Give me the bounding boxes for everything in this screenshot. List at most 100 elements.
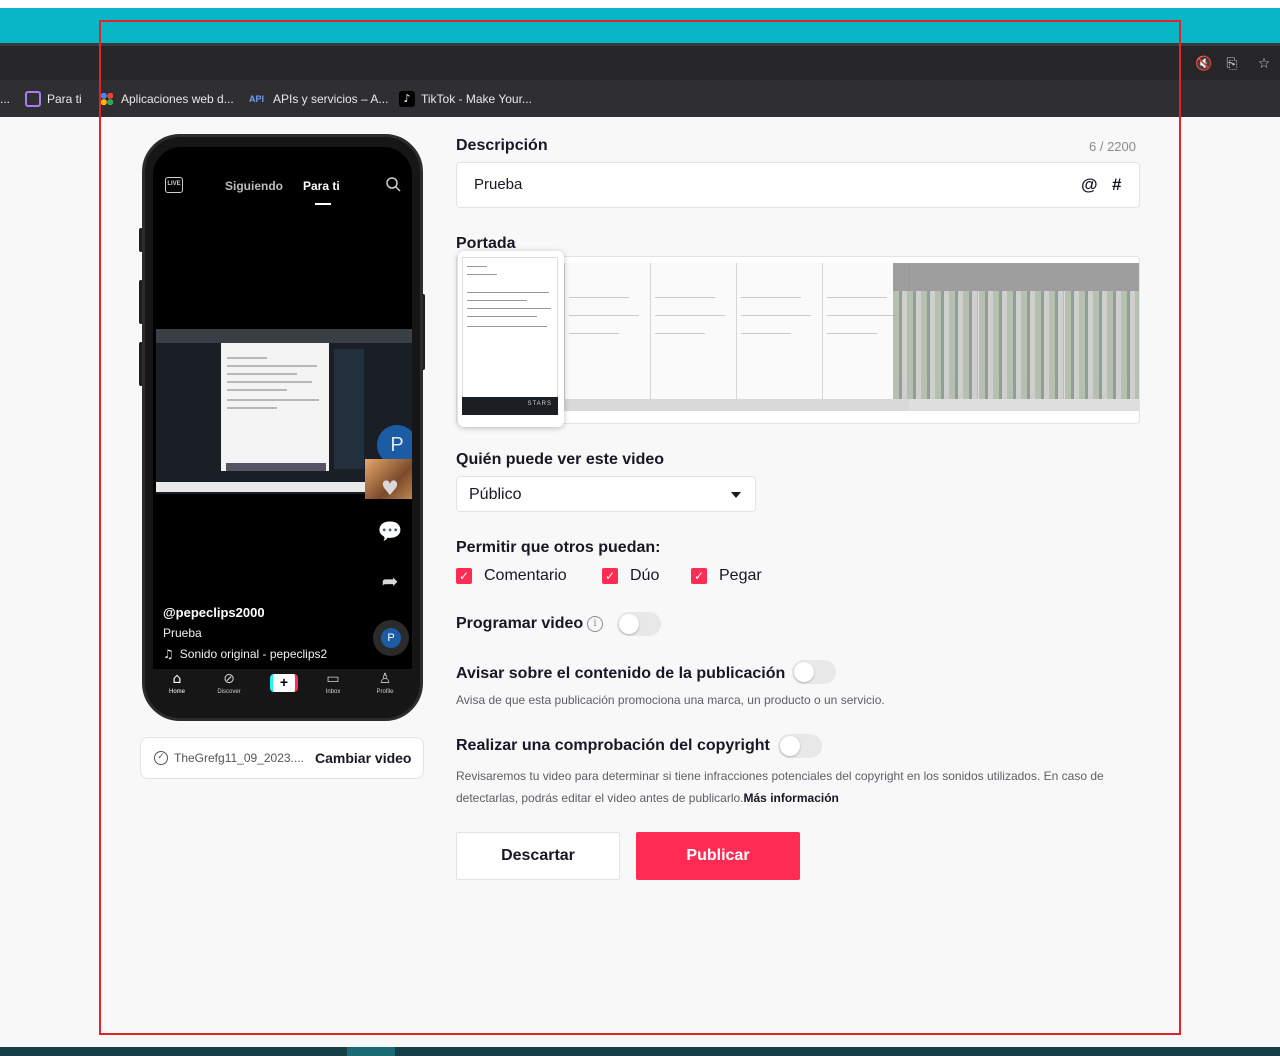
checkmark-icon: ✓ (456, 568, 472, 584)
video-sound: ♫ Sonido original - pepeclips2 (163, 647, 327, 661)
message-bubble-icon (25, 91, 41, 107)
copyright-help-text: detectarlas, podrás editar el video ante… (456, 791, 744, 805)
translate-icon[interactable]: ⎘ (1224, 56, 1240, 72)
copyright-help-line2: detectarlas, podrás editar el video ante… (456, 787, 839, 809)
bookmark-overflow[interactable]: ... (0, 90, 10, 108)
uploaded-file-card: ✓ TheGrefg11_09_2023.... Cambiar video (140, 737, 424, 779)
bookmark-label: TikTok - Make Your... (421, 92, 532, 106)
check-circle-icon: ✓ (154, 751, 168, 765)
copyright-help-line1: Revisaremos tu video para determinar si … (456, 769, 1104, 783)
music-disc-letter: P (381, 628, 401, 648)
change-video-button[interactable]: Cambiar video (315, 750, 411, 766)
video-item-strip (226, 463, 326, 471)
tab-following: Siguiendo (225, 179, 283, 193)
api-icon: API (249, 94, 265, 104)
disclose-label: Avisar sobre el contenido de la publicac… (456, 665, 786, 682)
cover-frame[interactable] (737, 263, 823, 411)
bookmarks-bar: ... Para ti Aplicaciones web d... API AP… (0, 80, 1280, 117)
video-username: @pepeclips2000 (163, 605, 265, 620)
bookmark-star-icon[interactable]: ☆ (1256, 56, 1272, 72)
video-window-bar (156, 329, 412, 343)
cover-frame[interactable] (1065, 263, 1139, 411)
share-icon: ➦ (381, 569, 399, 593)
description-input[interactable]: Prueba @ # (456, 162, 1140, 208)
muted-tab-icon[interactable]: 🔇 (1195, 56, 1212, 72)
disclose-help: Avisa de que esta publicación promociona… (456, 693, 885, 707)
description-label: Descripción (456, 137, 548, 154)
phone-screen: LIVE Siguiendo Para ti P ♥ 💬 ➦ P @pepecl… (153, 147, 412, 669)
video-document (221, 343, 329, 471)
heart-icon: ♥ (381, 476, 399, 500)
bookmark-tiktok[interactable]: ♪ TikTok - Make Your... (399, 90, 532, 108)
disclose-toggle[interactable] (792, 660, 836, 684)
toggle-knob (794, 662, 814, 682)
checkbox-comment-label: Comentario (484, 567, 567, 584)
hashtag-button[interactable]: # (1112, 175, 1121, 195)
music-note-icon: ♫ (163, 647, 174, 661)
tab-profile-label: Profile (376, 689, 394, 695)
checkbox-duet[interactable]: ✓ Dúo (602, 567, 659, 585)
file-name: TheGrefg11_09_2023.... (174, 751, 304, 765)
phone-top-nav: LIVE Siguiendo Para ti (153, 173, 412, 205)
toggle-knob (780, 736, 800, 756)
browser-toolbar: 🔇 ⎘ ☆ (0, 43, 1280, 80)
checkbox-comment[interactable]: ✓ Comentario (456, 567, 567, 585)
visibility-value: Público (469, 486, 522, 503)
bookmark-aplicaciones[interactable]: Aplicaciones web d... (99, 90, 234, 108)
caret-down-icon (731, 492, 741, 498)
visibility-select[interactable]: Público (456, 476, 756, 512)
tab-inbox: ▭ Inbox (313, 671, 353, 695)
active-tab-underline (315, 203, 331, 205)
tab-discover-label: Discover (217, 689, 241, 695)
live-icon: LIVE (165, 177, 183, 193)
phone-tab-bar: ⌂ Home ⊘ Discover + ▭ Inbox ♙ Profile (153, 669, 412, 703)
video-caption: Prueba (163, 626, 202, 640)
live-label: LIVE (167, 181, 181, 187)
create-plus-button: + (270, 674, 298, 692)
avatar-letter: P (390, 434, 404, 456)
selected-cover-frame[interactable]: STARS (458, 251, 564, 427)
search-icon (386, 177, 401, 192)
discard-button[interactable]: Descartar (456, 832, 620, 880)
publish-button[interactable]: Publicar (636, 832, 800, 880)
info-icon[interactable]: i (587, 616, 603, 632)
bookmark-label: Para ti (47, 92, 82, 106)
tiktok-icon: ♪ (399, 91, 415, 107)
video-game-panel (334, 349, 364, 469)
selected-cover-footer: STARS (462, 397, 558, 415)
tab-home-label: Home (168, 689, 185, 695)
bookmark-para-ti[interactable]: Para ti (25, 90, 82, 108)
copyright-label: Realizar una comprobación del copyright (456, 737, 770, 754)
inbox-icon: ▭ (326, 671, 340, 687)
tab-discover: ⊘ Discover (209, 671, 249, 695)
title-band-fill (0, 8, 1280, 43)
description-counter: 6 / 2200 (1089, 139, 1136, 154)
schedule-toggle[interactable] (617, 612, 661, 636)
checkmark-icon: ✓ (691, 568, 707, 584)
checkbox-stitch[interactable]: ✓ Pegar (691, 567, 762, 585)
music-disc: P (373, 620, 409, 656)
copyright-toggle[interactable] (778, 734, 822, 758)
more-info-link[interactable]: Más información (744, 791, 839, 805)
cover-frame[interactable] (651, 263, 737, 411)
cover-frame[interactable] (979, 263, 1065, 411)
video-sound-label: Sonido original - pepeclips2 (179, 647, 328, 661)
bookmark-label: Aplicaciones web d... (121, 92, 234, 106)
mention-button[interactable]: @ (1081, 175, 1098, 195)
description-value: Prueba (474, 176, 523, 193)
checkmark-icon: ✓ (602, 568, 618, 584)
home-icon: ⌂ (172, 671, 182, 687)
phone-preview: LIVE Siguiendo Para ti P ♥ 💬 ➦ P @pepecl… (142, 134, 423, 721)
visibility-label: Quién puede ver este video (456, 451, 665, 468)
checkbox-duet-label: Dúo (630, 567, 660, 584)
tab-profile: ♙ Profile (365, 671, 405, 695)
cover-frame[interactable] (565, 263, 651, 411)
bookmark-apis[interactable]: API APIs y servicios – A... (249, 90, 388, 108)
tab-for-you: Para ti (303, 179, 340, 193)
checkbox-stitch-label: Pegar (719, 567, 762, 584)
cover-frame[interactable] (893, 263, 979, 411)
profile-icon: ♙ (378, 671, 392, 687)
google-apps-icon (99, 91, 115, 107)
bookmark-overflow-label: ... (0, 92, 11, 106)
video-taskbar (156, 482, 365, 492)
